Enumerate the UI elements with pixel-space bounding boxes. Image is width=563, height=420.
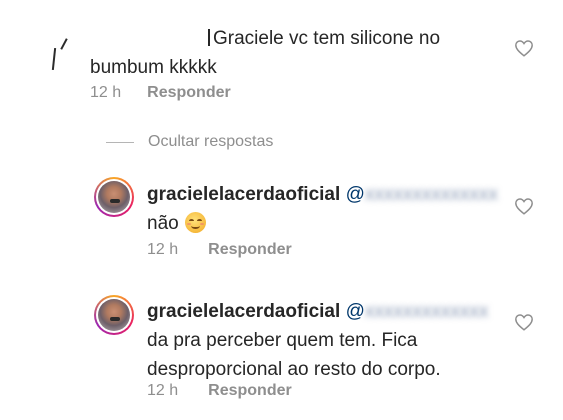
reply-meta: 12 h Responder: [147, 382, 292, 400]
redacted-mention: xxxxxxxxxxxxxx: [364, 184, 498, 205]
avatar-photo: [98, 299, 130, 331]
avatar[interactable]: [44, 36, 78, 76]
hide-replies-button[interactable]: Ocultar respostas: [106, 133, 273, 151]
reply-button[interactable]: Responder: [208, 241, 292, 259]
comment-text: Graciele vc tem silicone no bumbum kkkkk: [90, 28, 441, 78]
comment-time: 12 h: [90, 84, 122, 101]
mention-link[interactable]: @xxxxxxxxxxxxxx: [346, 184, 498, 205]
redacted-mention: xxxxxxxxxxxxx: [364, 301, 489, 322]
redaction-remnant: [200, 29, 210, 46]
avatar-remnant: [60, 38, 68, 50]
mention-link[interactable]: @xxxxxxxxxxxxx: [346, 301, 489, 322]
avatar-photo: [98, 181, 130, 213]
reply-time: 12 h: [147, 241, 179, 258]
reply-text: gracielelacerdaoficial @xxxxxxxxxxxxxx n…: [147, 180, 507, 238]
heart-icon[interactable]: [514, 197, 534, 215]
avatar-remnant: [51, 47, 57, 71]
divider: [106, 141, 134, 143]
heart-icon[interactable]: [514, 313, 534, 331]
reply-username[interactable]: gracielelacerdaoficial: [147, 301, 340, 322]
reply-text: gracielelacerdaoficial @xxxxxxxxxxxxx da…: [147, 297, 527, 384]
reply-avatar[interactable]: [94, 177, 134, 217]
heart-icon[interactable]: [514, 39, 534, 57]
reply-avatar[interactable]: [94, 295, 134, 335]
reply-button[interactable]: Responder: [208, 382, 292, 400]
hide-replies-label: Ocultar respostas: [148, 133, 274, 150]
reply-time: 12 h: [147, 382, 179, 399]
comment-meta: 12 h Responder: [90, 84, 231, 102]
smiling-face-emoji-icon: [184, 212, 206, 233]
reply-meta: 12 h Responder: [147, 241, 292, 259]
reply-button[interactable]: Responder: [147, 84, 231, 102]
reply-username[interactable]: gracielelacerdaoficial: [147, 184, 340, 205]
